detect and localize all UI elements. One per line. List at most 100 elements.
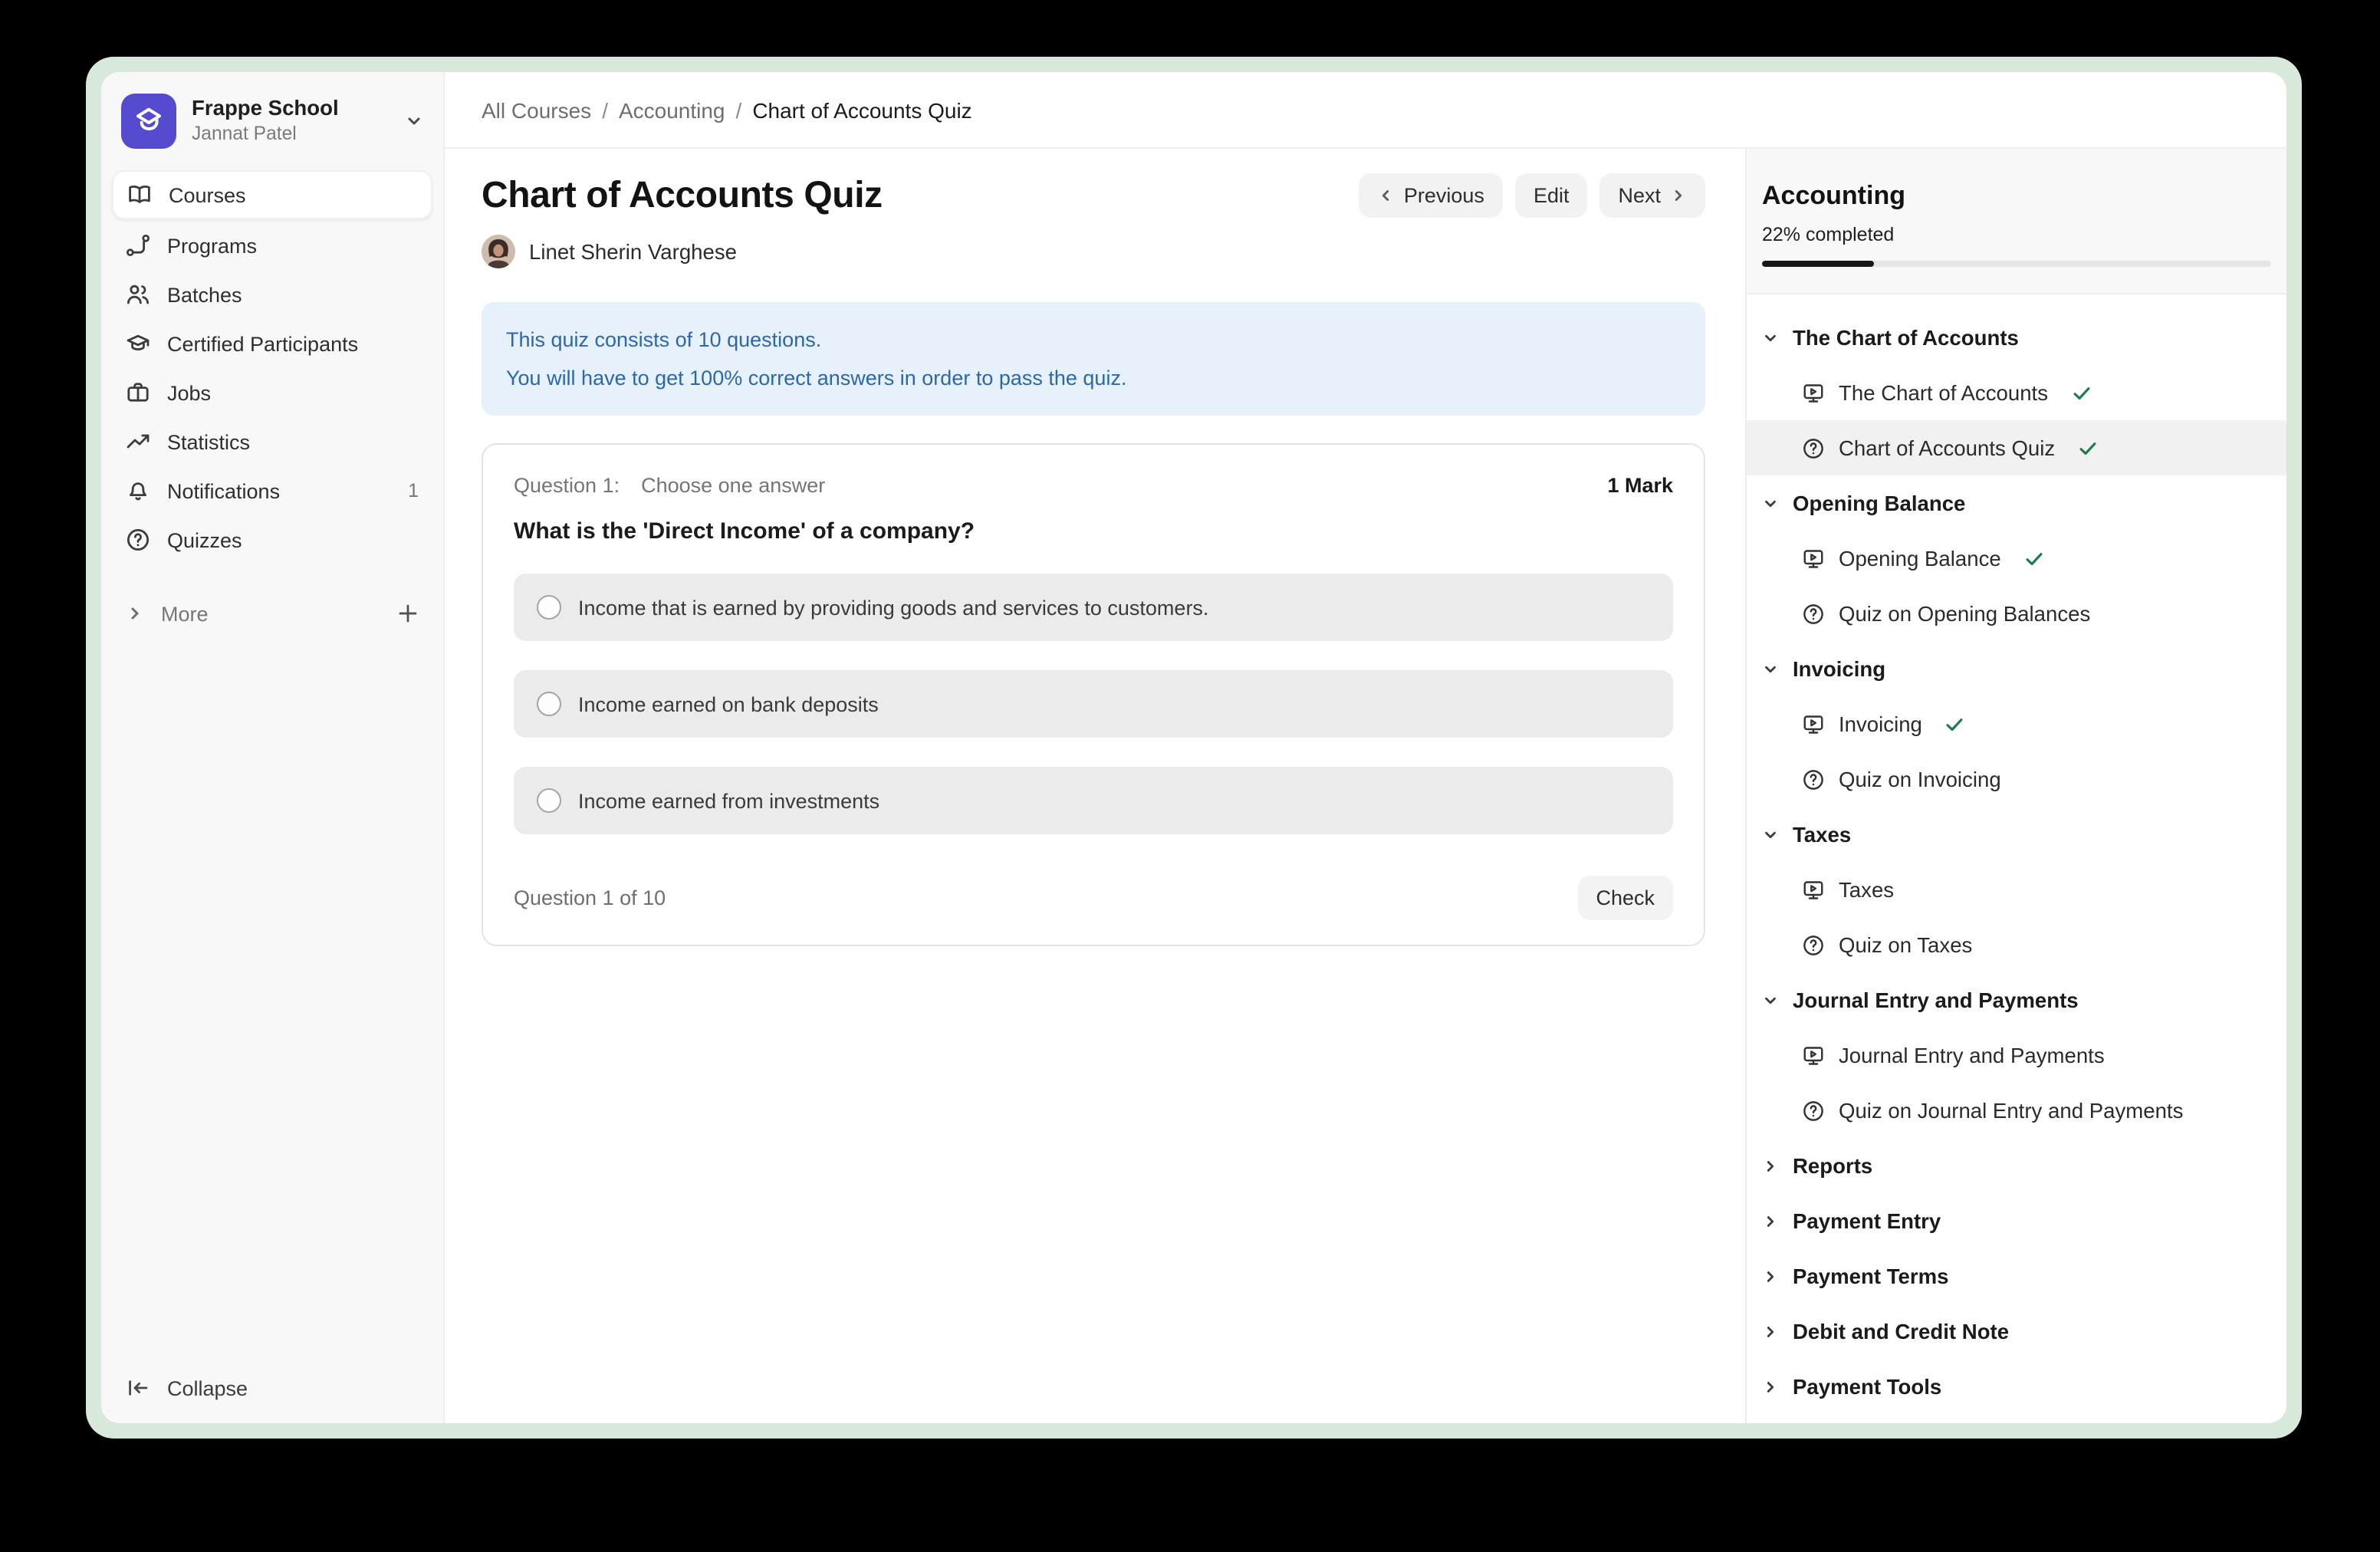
chevron-down-icon [1762,329,1779,346]
outline-chapter-row[interactable]: The Chart of Accounts [1747,310,2286,365]
outline-lesson-row[interactable]: Journal Entry and Payments [1747,1028,2286,1083]
sidebar-item-label: Notifications [167,479,280,502]
course-outline-header: Accounting 22% completed [1747,149,2286,294]
outline-lesson-row[interactable]: Chart of Accounts Quiz [1747,420,2286,475]
sidebar-item-quizzes[interactable]: Quizzes [112,517,432,563]
radio-button[interactable] [537,692,561,716]
notification-count-badge: 1 [408,480,419,501]
collapse-sidebar-button[interactable]: Collapse [112,1365,432,1411]
workspace-switcher[interactable]: Frappe School Jannat Patel [112,90,432,170]
sidebar-spacer [112,636,432,1365]
course-title: Accounting [1762,181,2271,212]
lesson-label: Quiz on Taxes [1839,933,1972,956]
outline-lesson-row[interactable]: Quiz on Taxes [1747,917,2286,972]
notice-line-2: You will have to get 100% correct answer… [506,359,1681,397]
chapter-label: Invoicing [1793,657,1885,680]
outline-chapter-row[interactable]: Invoicing [1747,641,2286,696]
lesson-label: Opening Balance [1839,547,2001,570]
video-lesson-icon [1802,878,1825,901]
question-text: What is the 'Direct Income' of a company… [514,518,1673,544]
sidebar-item-courses[interactable]: Courses [112,170,432,219]
sidebar-item-label: Courses [169,183,246,206]
outline-chapter-row[interactable]: Debit and Credit Note [1747,1304,2286,1359]
sidebar-item-batches[interactable]: Batches [112,271,432,317]
check-button[interactable]: Check [1577,876,1673,920]
avatar-photo [482,235,515,268]
trending-up-icon [126,429,150,454]
chevron-right-icon [1762,1378,1779,1395]
sidebar-item-statistics[interactable]: Statistics [112,419,432,465]
check-icon [2078,438,2098,458]
radio-button[interactable] [537,788,561,813]
graduation-cap-icon [126,331,150,356]
chevron-down-icon[interactable] [405,112,423,130]
radio-button[interactable] [537,595,561,620]
quiz-notice: This quiz consists of 10 questions. You … [482,302,1705,416]
sidebar-item-label: Programs [167,234,257,257]
sidebar-item-certified-participants[interactable]: Certified Participants [112,321,432,367]
outline-lesson-row[interactable]: Invoicing [1747,696,2286,751]
outline-chapter-row[interactable]: Journal Entry and Payments [1747,972,2286,1028]
user-name: Jannat Patel [192,123,339,147]
answer-option-1[interactable]: Income that is earned by providing goods… [514,574,1673,641]
sidebar-item-jobs[interactable]: Jobs [112,370,432,416]
check-icon [2071,383,2091,403]
sidebar-more[interactable]: More [112,590,432,636]
video-lesson-icon [1802,1044,1825,1067]
outline-lesson-row[interactable]: The Chart of Accounts [1747,365,2286,420]
outline-lesson-row[interactable]: Quiz on Opening Balances [1747,586,2286,641]
outline-chapter-row[interactable]: Opening Balance [1747,475,2286,531]
outline-lesson-row[interactable]: Taxes [1747,862,2286,917]
author-avatar [482,235,515,268]
lesson-label: Chart of Accounts Quiz [1839,436,2055,459]
edit-button[interactable]: Edit [1515,173,1588,218]
next-button[interactable]: Next [1599,173,1705,218]
outline-lesson-row[interactable]: Quiz on Journal Entry and Payments [1747,1083,2286,1138]
sidebar-item-label: Jobs [167,381,211,404]
progress-fill [1762,261,1874,267]
answer-option-label: Income earned on bank deposits [578,692,879,715]
chevron-down-icon [1762,826,1779,843]
answer-option-3[interactable]: Income earned from investments [514,767,1673,834]
answer-option-2[interactable]: Income earned on bank deposits [514,670,1673,738]
question-number-label: Question 1: [514,474,620,497]
previous-button[interactable]: Previous [1359,173,1503,218]
chapter-label: Debit and Credit Note [1793,1320,2009,1343]
outline-chapter-row[interactable]: Taxes [1747,807,2286,862]
outline-chapter-row[interactable]: Reports [1747,1138,2286,1193]
outline-lesson-row[interactable]: Quiz on Invoicing [1747,751,2286,807]
sidebar-item-programs[interactable]: Programs [112,222,432,268]
plus-icon[interactable] [397,603,419,624]
graduation-cap-logo-icon [130,103,167,140]
body-row: Chart of Accounts Quiz Previous Edit [445,149,2286,1423]
breadcrumb: All Courses / Accounting / Chart of Acco… [445,72,2286,149]
users-icon [126,282,150,307]
breadcrumb-accounting[interactable]: Accounting [619,97,725,122]
author-name: Linet Sherin Varghese [529,240,737,263]
briefcase-icon [126,380,150,405]
breadcrumb-all-courses[interactable]: All Courses [482,97,591,122]
lesson-label: Invoicing [1839,712,1922,735]
quiz-page: Chart of Accounts Quiz Previous Edit [445,149,1745,1423]
chevron-right-icon [126,604,144,623]
bell-icon [126,478,150,503]
quiz-icon [1802,933,1825,956]
outline-lesson-row[interactable]: Opening Balance [1747,531,2286,586]
outline-chapter-row[interactable]: Payment Entry [1747,1193,2286,1248]
outline-chapter-row[interactable]: Payment Tools [1747,1359,2286,1414]
sidebar-item-notifications[interactable]: Notifications 1 [112,468,432,514]
lesson-label: Quiz on Invoicing [1839,768,2001,791]
chevron-down-icon [1762,660,1779,677]
chevron-right-icon [1762,1323,1779,1340]
chapter-label: Payment Tools [1793,1375,1941,1398]
video-lesson-icon [1802,547,1825,570]
breadcrumb-separator: / [736,97,742,122]
outline-chapter-row[interactable]: Payment Terms [1747,1248,2286,1304]
lesson-label: Quiz on Journal Entry and Payments [1839,1099,2183,1122]
question-pagination: Question 1 of 10 [514,886,666,909]
book-open-icon [127,182,152,207]
quiz-icon [1802,602,1825,625]
lesson-label: The Chart of Accounts [1839,381,2048,404]
lesson-label: Journal Entry and Payments [1839,1044,2105,1067]
app-window: Frappe School Jannat Patel Courses [101,72,2286,1423]
